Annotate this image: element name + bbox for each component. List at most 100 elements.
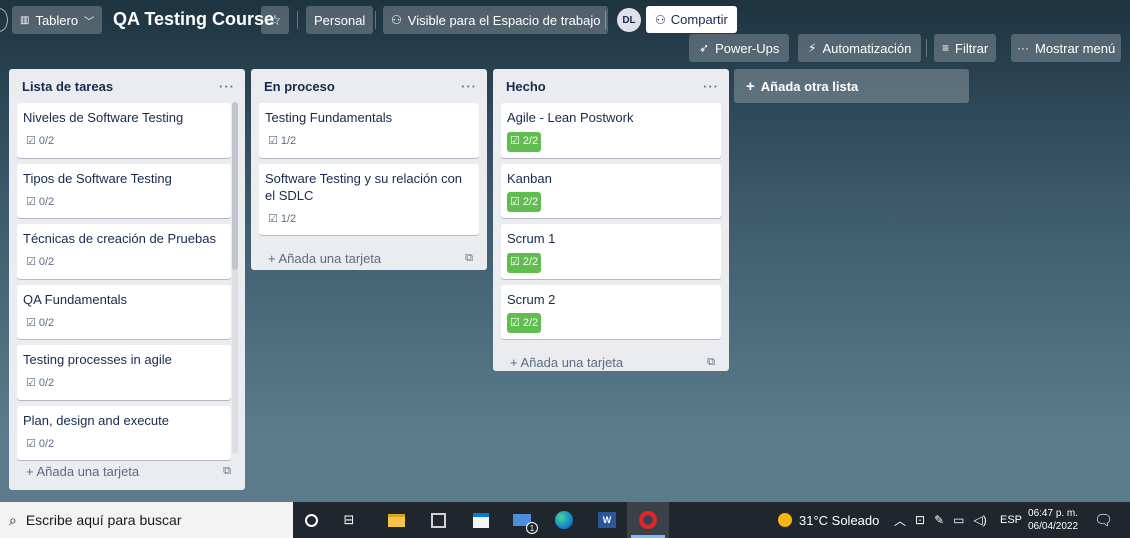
search-placeholder: Escribe aquí para buscar	[25, 512, 182, 528]
header-divider	[926, 39, 927, 57]
add-card-button[interactable]: + Añada una tarjeta ⧉	[9, 454, 245, 488]
list-title[interactable]: Hecho	[506, 79, 546, 94]
card[interactable]: Scrum 1 ☑ 2/2	[501, 224, 721, 279]
checklist-badge-complete: ☑ 2/2	[507, 313, 542, 333]
power-ups-button[interactable]: ➶ Power-Ups	[689, 34, 790, 62]
board-view-switcher[interactable]: ▥ Tablero ﹀	[12, 6, 103, 34]
cortana-icon[interactable]	[301, 510, 321, 530]
windows-taskbar: ⌕ Escribe aquí para buscar ⊟ 1 W 31°C So…	[0, 502, 1130, 538]
list-header[interactable]: En proceso ···	[251, 69, 487, 103]
card-title: Técnicas de creación de Pruebas	[23, 231, 216, 246]
star-button[interactable]: ☆	[261, 6, 289, 34]
template-icon[interactable]: ⧉	[223, 465, 231, 478]
checklist-count: 0/2	[38, 316, 55, 329]
taskbar-search[interactable]: ⌕ Escribe aquí para buscar	[0, 502, 293, 538]
show-menu-button[interactable]: ··· Mostrar menú	[1011, 34, 1122, 62]
card[interactable]: QA Fundamentals ☑ 0/2	[17, 284, 231, 339]
system-tray-icons[interactable]: ︿ ⊡ ✎ ▭ ◁)	[894, 502, 987, 538]
add-list-button[interactable]: + Añada otra lista	[734, 69, 969, 103]
card[interactable]: Plan, design and execute ☑ 0/2	[17, 405, 231, 460]
clock[interactable]: 06:47 p. m. 06/04/2022	[1028, 502, 1078, 538]
list-header[interactable]: Lista de tareas ···	[9, 69, 245, 103]
weather-widget[interactable]: 31°C Soleado	[778, 502, 879, 538]
checklist-icon: ☑	[26, 437, 36, 450]
list-menu-icon[interactable]: ···	[219, 79, 235, 94]
filter-icon: ≡	[942, 41, 950, 55]
card[interactable]: Testing Fundamentals ☑ 1/2	[259, 103, 479, 158]
home-icon[interactable]	[0, 8, 8, 32]
share-button[interactable]: ⚇ Compartir	[646, 6, 737, 33]
card[interactable]: Testing processes in agile ☑ 0/2	[17, 345, 231, 400]
checklist-badge: ☑ 0/2	[23, 313, 57, 333]
language-indicator[interactable]: ESP	[1000, 502, 1022, 538]
chevron-up-icon[interactable]: ︿	[894, 512, 906, 529]
automation-button[interactable]: ⚡ Automatización	[798, 34, 922, 62]
list-menu-icon[interactable]: ···	[461, 79, 477, 94]
card-title: Agile - Lean Postwork	[507, 110, 634, 125]
card[interactable]: Niveles de Software Testing ☑ 0/2	[17, 103, 231, 158]
add-card-label: Añada una tarjeta	[36, 463, 140, 479]
checklist-count: 0/2	[38, 256, 55, 268]
list-header[interactable]: Hecho ···	[493, 69, 729, 103]
card[interactable]: Técnicas de creación de Pruebas ☑ 0/2	[17, 224, 231, 279]
list-title[interactable]: Lista de tareas	[22, 79, 113, 94]
checklist-badge: ☑ 0/2	[23, 434, 57, 454]
plus-icon: +	[268, 250, 279, 266]
list-done: Hecho ··· Agile - Lean Postwork ☑ 2/2 Kan…	[493, 69, 729, 371]
card[interactable]: Kanban ☑ 2/2	[501, 163, 721, 218]
word-icon[interactable]: W	[597, 510, 617, 530]
meet-icon[interactable]: ⊡	[915, 513, 925, 527]
template-icon[interactable]: ⧉	[707, 356, 715, 369]
opera-icon[interactable]	[638, 510, 658, 530]
checklist-badge: ☑ 1/2	[265, 132, 299, 152]
card-title: Kanban	[507, 170, 552, 186]
header-divider	[605, 11, 606, 29]
scrollbar-thumb[interactable]	[232, 102, 238, 270]
battery-icon[interactable]: ▭	[953, 513, 964, 527]
list-title[interactable]: En proceso	[264, 79, 335, 94]
mail-icon[interactable]: 1	[512, 510, 538, 534]
add-card-button[interactable]: + Añada una tarjeta ⧉	[493, 345, 729, 379]
card-title: Testing processes in agile	[23, 352, 172, 367]
add-card-button[interactable]: + Añada una tarjeta ⧉	[251, 241, 487, 275]
card-title: Testing Fundamentals	[265, 110, 393, 125]
file-explorer-icon[interactable]	[386, 510, 406, 530]
template-icon[interactable]: ⧉	[465, 252, 473, 265]
board-view-label: Tablero	[35, 12, 79, 28]
task-view-icon[interactable]: ⊟	[339, 510, 359, 530]
pen-icon[interactable]: ✎	[934, 513, 944, 527]
checklist-icon: ☑	[510, 256, 520, 268]
lightning-icon: ⚡	[808, 41, 817, 55]
checklist-icon: ☑	[268, 135, 278, 147]
automation-label: Automatización	[822, 40, 912, 56]
card[interactable]: Agile - Lean Postwork ☑ 2/2	[501, 103, 721, 158]
store-icon[interactable]	[471, 510, 491, 530]
avatar[interactable]: DL	[617, 8, 641, 32]
filter-button[interactable]: ≡ Filtrar	[934, 34, 997, 62]
workspace-button[interactable]: Personal	[306, 6, 374, 34]
list-scrollbar[interactable]	[232, 102, 238, 454]
card[interactable]: Software Testing y su relación con el SD…	[259, 163, 479, 235]
add-list-label: Añada otra lista	[760, 78, 859, 94]
checklist-icon: ☑	[26, 316, 36, 329]
volume-icon[interactable]: ◁)	[973, 513, 986, 527]
rocket-icon: ➶	[699, 41, 710, 55]
checklist-badge: ☑ 0/2	[23, 132, 57, 152]
board-title[interactable]: QA Testing Course	[113, 9, 274, 30]
checklist-count: 0/2	[38, 195, 55, 208]
checklist-badge: ☑ 0/2	[23, 192, 57, 212]
notifications-icon[interactable]: 🗨︎	[1094, 502, 1113, 538]
card[interactable]: Scrum 2 ☑ 2/2	[501, 284, 721, 339]
people-icon: ⚇	[391, 13, 402, 27]
card-title: QA Fundamentals	[23, 291, 128, 307]
filter-label: Filtrar	[955, 40, 989, 56]
checklist-icon: ☑	[26, 195, 36, 208]
app-window-icon[interactable]	[428, 510, 448, 530]
plus-icon: +	[26, 463, 37, 479]
checklist-badge: ☑ 0/2	[23, 374, 57, 394]
card[interactable]: Tipos de Software Testing ☑ 0/2	[17, 163, 231, 218]
header-divider	[375, 11, 376, 29]
visibility-button[interactable]: ⚇ Visible para el Espacio de trabajo	[383, 6, 609, 34]
list-menu-icon[interactable]: ···	[703, 79, 719, 94]
edge-icon[interactable]	[554, 510, 574, 530]
